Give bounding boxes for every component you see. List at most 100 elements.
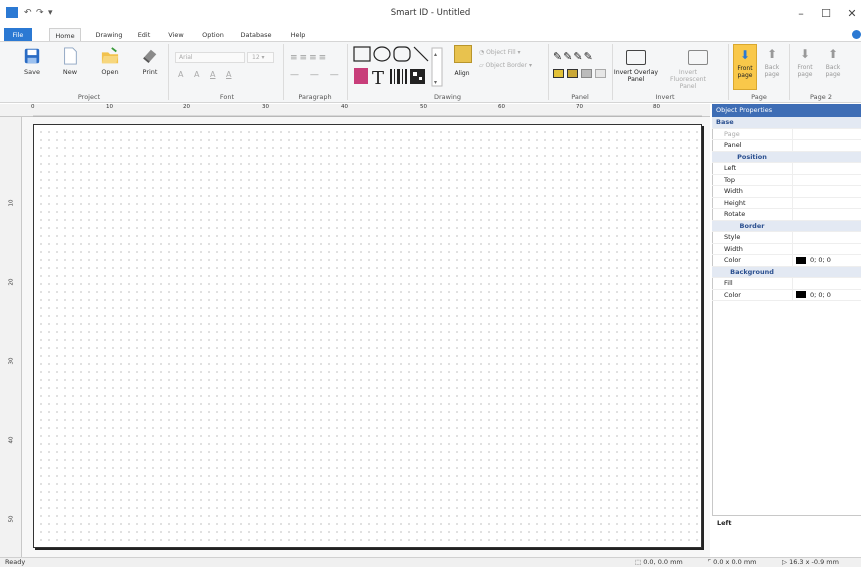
print-label: Print xyxy=(142,68,158,76)
rounded-rect-tool-icon[interactable] xyxy=(393,46,411,62)
color-panel-icon[interactable] xyxy=(553,69,564,78)
property-row[interactable]: Color 0; 0; 0 xyxy=(712,255,861,267)
tab-help[interactable]: Help xyxy=(288,28,308,42)
property-row[interactable]: Panel xyxy=(712,140,861,152)
k-panel-icon[interactable] xyxy=(581,69,592,78)
property-key: Top xyxy=(724,175,735,184)
overlay-panel-icon[interactable] xyxy=(567,69,578,78)
page2-front-button[interactable]: ⬇ Front page xyxy=(793,44,817,90)
property-row[interactable]: Top xyxy=(712,174,861,186)
font-family-select[interactable]: Arial xyxy=(175,52,245,63)
ruler-label: 30 xyxy=(262,104,269,110)
invert-overlay-panel-button[interactable]: Invert Overlay Panel xyxy=(612,69,660,83)
undo-icon[interactable]: ↶ xyxy=(24,6,32,20)
property-value xyxy=(792,186,796,197)
new-button[interactable]: New xyxy=(56,46,84,76)
property-section: Base xyxy=(712,117,861,129)
page2-back-label: Back page xyxy=(825,64,841,78)
ellipse-tool-icon[interactable] xyxy=(373,46,391,62)
property-value xyxy=(792,163,796,174)
object-border-label: Object Border xyxy=(485,62,528,69)
property-row[interactable]: Height xyxy=(712,197,861,209)
card-design-canvas[interactable] xyxy=(33,124,702,548)
gallery-scroll-icon[interactable]: ▴▾ xyxy=(431,47,443,87)
save-button[interactable]: Save xyxy=(18,46,46,76)
size-value: 0.0 x 0.0 mm xyxy=(713,558,757,566)
help-icon[interactable] xyxy=(852,30,861,39)
qr-code-tool-icon[interactable] xyxy=(410,69,425,84)
tab-file[interactable]: File xyxy=(4,28,32,42)
down-arrow-icon: ⬇ xyxy=(739,48,751,62)
color-value: 0; 0; 0 xyxy=(810,290,831,299)
status-bar: Ready ⬚ 0.0, 0.0 mm ⌜ 0.0 x 0.0 mm ▷ 16.… xyxy=(0,557,861,567)
property-key: Fill xyxy=(724,279,733,287)
object-fill-button[interactable]: ◔ Object Fill ▾ xyxy=(479,48,521,57)
line-tool-icon[interactable] xyxy=(413,46,429,62)
property-key: Page xyxy=(724,129,740,138)
open-button[interactable]: Open xyxy=(96,46,124,76)
ribbon-tabs xyxy=(0,27,861,42)
down-arrow-icon: ⬇ xyxy=(799,47,811,61)
property-key: Border xyxy=(739,221,765,230)
group-divider xyxy=(548,44,549,100)
tab-edit[interactable]: Edit xyxy=(134,28,154,42)
tab-view[interactable]: View xyxy=(166,28,186,42)
invert-fluorescent-panel-button[interactable]: Invert Fluorescent Panel xyxy=(664,69,712,90)
svg-text:▾: ▾ xyxy=(434,79,437,86)
property-row[interactable]: Left xyxy=(712,163,861,175)
property-key: Panel xyxy=(724,141,742,149)
redo-icon[interactable]: ↷ xyxy=(36,6,44,20)
align-button[interactable]: Align xyxy=(448,70,476,77)
up-arrow-icon: ⬆ xyxy=(766,47,778,61)
uv-panel-icon[interactable] xyxy=(595,69,606,78)
property-description-title: Left xyxy=(717,519,732,527)
image-tool-icon[interactable] xyxy=(354,68,368,84)
group-label-page: Page xyxy=(751,93,767,101)
print-button[interactable]: Print xyxy=(136,46,164,76)
svg-text:▴: ▴ xyxy=(434,51,437,58)
cursor-readout: ▷ 16.3 x -0.9 mm xyxy=(782,558,839,566)
new-document-icon xyxy=(64,47,77,65)
underline-button[interactable]: A xyxy=(210,70,215,79)
back-page-button[interactable]: ⬆ Back page xyxy=(760,44,784,90)
window-title: Smart ID - Untitled xyxy=(390,8,471,18)
property-value xyxy=(792,140,796,151)
ruler-label: 50 xyxy=(420,104,427,110)
font-size-decrease-button[interactable]: A xyxy=(194,70,199,79)
align-text-icon[interactable]: ≡≡≡≡ xyxy=(290,53,328,63)
property-row[interactable]: Rotate xyxy=(712,209,861,221)
property-key: Height xyxy=(724,198,746,207)
group-label-invert: Invert xyxy=(655,93,675,101)
property-key: Background xyxy=(730,267,774,276)
back-page-label: Back page xyxy=(764,64,780,78)
font-size-select[interactable]: 12 ▾ xyxy=(247,52,274,63)
open-folder-icon xyxy=(101,47,119,64)
tab-database[interactable]: Database xyxy=(236,28,276,42)
dropdown-arrow-icon[interactable]: ▾ xyxy=(48,6,53,20)
font-size-increase-button[interactable]: A xyxy=(178,70,183,79)
ruler-label: 60 xyxy=(498,104,505,110)
barcode-tool-icon[interactable] xyxy=(390,69,407,84)
property-row[interactable]: Color 0; 0; 0 xyxy=(712,289,861,301)
font-color-button[interactable]: A xyxy=(226,70,231,79)
text-tool-icon[interactable]: T xyxy=(372,68,384,89)
object-border-button[interactable]: ▱ Object Border ▾ xyxy=(479,61,532,70)
group-divider xyxy=(283,44,284,100)
front-page-button[interactable]: ⬇ Front page xyxy=(733,44,757,90)
page2-back-button[interactable]: ⬆ Back page xyxy=(821,44,845,90)
tab-home[interactable]: Home xyxy=(49,28,81,42)
pen-tools-icon[interactable]: ✎✎✎✎ xyxy=(553,50,594,63)
property-key: Width xyxy=(724,187,743,195)
status-text: Ready xyxy=(5,558,26,566)
tab-option[interactable]: Option xyxy=(199,28,227,42)
property-row[interactable]: Page xyxy=(712,128,861,140)
close-icon[interactable]: ✕ xyxy=(835,0,861,27)
tab-drawing[interactable]: Drawing xyxy=(90,28,128,42)
property-row[interactable]: Width xyxy=(712,243,861,255)
rectangle-tool-icon[interactable] xyxy=(353,46,371,62)
ruler-label: 40 xyxy=(8,436,15,444)
property-row[interactable]: Style xyxy=(712,232,861,244)
property-row[interactable]: Fill xyxy=(712,278,861,290)
property-row[interactable]: Width xyxy=(712,186,861,198)
line-spacing-icon[interactable]: — — — xyxy=(290,70,343,80)
